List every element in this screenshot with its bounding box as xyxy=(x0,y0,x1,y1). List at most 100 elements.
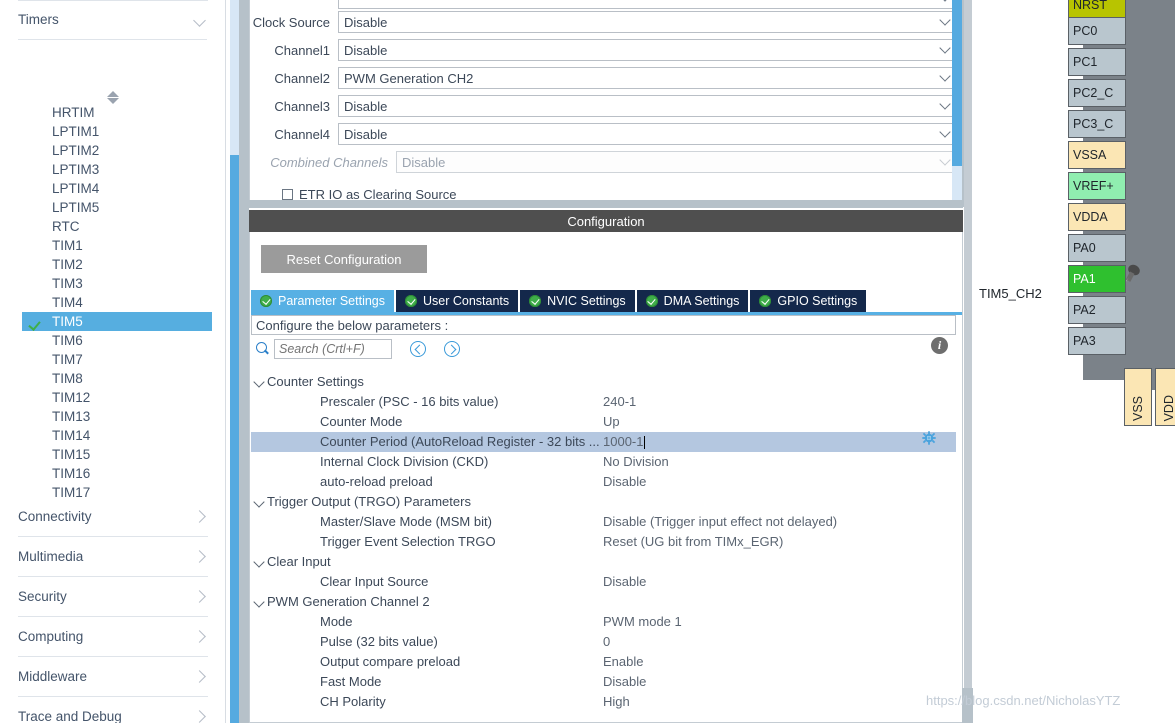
chip-pin-vss[interactable]: VSS xyxy=(1124,368,1152,426)
parameter-settings-gear-button[interactable] xyxy=(922,431,936,445)
info-icon[interactable]: i xyxy=(931,337,948,354)
sidebar-item-tim12[interactable]: TIM12 xyxy=(0,388,212,407)
param-row[interactable]: auto-reload preload Disable xyxy=(251,472,956,492)
param-group-trigger-output-trgo-parameters[interactable]: Trigger Output (TRGO) Parameters xyxy=(251,492,956,512)
sidebar-item-lptim1[interactable]: LPTIM1 xyxy=(0,122,212,141)
chip-pin-pc1[interactable]: PC1 xyxy=(1068,48,1126,76)
sidebar-item-tim4[interactable]: TIM4 xyxy=(0,293,212,312)
chip-pin-label: VDDA xyxy=(1073,210,1108,224)
sidebar-item-tim6[interactable]: TIM6 xyxy=(0,331,212,350)
mode-combo-channel4[interactable]: Disable xyxy=(338,123,954,145)
param-value[interactable]: Disable xyxy=(603,672,646,692)
param-group-counter-settings[interactable]: Counter Settings xyxy=(251,372,956,392)
param-value[interactable]: No Division xyxy=(603,452,669,472)
param-value[interactable]: Disable xyxy=(603,472,646,492)
chip-pin-pa3[interactable]: PA3 xyxy=(1068,327,1126,355)
mode-panel-scrollbar-thumb[interactable] xyxy=(952,0,962,166)
param-row[interactable]: Output compare preload Enable xyxy=(251,652,956,672)
chip-pin-pa0[interactable]: PA0 xyxy=(1068,234,1126,262)
sidebar-item-tim16[interactable]: TIM16 xyxy=(0,464,212,483)
mode-combo-channel2[interactable]: PWM Generation CH2 xyxy=(338,67,954,89)
param-row[interactable]: Pulse (32 bits value) 0 xyxy=(251,632,956,652)
sidebar-item-tim13[interactable]: TIM13 xyxy=(0,407,212,426)
sidebar-section-computing[interactable]: Computing xyxy=(18,617,208,657)
sidebar-item-lptim5[interactable]: LPTIM5 xyxy=(0,198,212,217)
sidebar-section-connectivity[interactable]: Connectivity xyxy=(18,497,208,537)
chip-pin-pc2-c[interactable]: PC2_C xyxy=(1068,79,1126,107)
reset-configuration-button[interactable]: Reset Configuration xyxy=(261,245,427,273)
param-value[interactable]: 1000-1 xyxy=(603,432,643,452)
chip-pin-vssa[interactable]: VSSA xyxy=(1068,141,1126,169)
sidebar-item-tim3[interactable]: TIM3 xyxy=(0,274,212,293)
param-value[interactable]: 0 xyxy=(603,632,610,652)
tab-nvic-settings[interactable]: NVIC Settings xyxy=(520,290,635,312)
param-value[interactable]: Disable (Trigger input effect not delaye… xyxy=(603,512,837,532)
configuration-tabs: Parameter Settings User Constants NVIC Set… xyxy=(251,290,868,312)
sidebar-item-lptim2[interactable]: LPTIM2 xyxy=(0,141,212,160)
pin-signal-label: TIM5_CH2 xyxy=(979,286,1042,301)
mode-combo-combined-channels: Disable xyxy=(396,151,954,173)
param-value[interactable]: PWM mode 1 xyxy=(603,612,682,632)
param-value[interactable]: Enable xyxy=(603,652,643,672)
mode-combo-channel3[interactable]: Disable xyxy=(338,95,954,117)
chip-pin-pa2[interactable]: PA2 xyxy=(1068,296,1126,324)
mode-panel-scrollbar-track[interactable] xyxy=(952,0,962,207)
next-match-button[interactable] xyxy=(444,341,460,357)
param-value[interactable]: Reset (UG bit from TIMx_EGR) xyxy=(603,532,783,552)
sidebar-item-tim7[interactable]: TIM7 xyxy=(0,350,212,369)
sidebar-item-tim15[interactable]: TIM15 xyxy=(0,445,212,464)
param-row[interactable]: Fast Mode Disable xyxy=(251,672,956,692)
chip-pin-pc3-c[interactable]: PC3_C xyxy=(1068,110,1126,138)
param-row[interactable]: Counter Period (AutoReload Register - 32… xyxy=(251,432,956,452)
mode-combo-channel1[interactable]: Disable xyxy=(338,39,954,61)
sidebar-section-multimedia[interactable]: Multimedia xyxy=(18,537,208,577)
param-row[interactable]: Clear Input Source Disable xyxy=(251,572,956,592)
param-value[interactable]: Up xyxy=(603,412,620,432)
sidebar-section-label: Trace and Debug xyxy=(18,709,122,723)
sidebar-item-tim2[interactable]: TIM2 xyxy=(0,255,212,274)
tab-dma-settings[interactable]: DMA Settings xyxy=(636,290,749,312)
sidebar-section-timers[interactable]: Timers xyxy=(18,0,207,40)
param-row[interactable]: Counter Mode Up xyxy=(251,412,956,432)
mode-combo-clock-source[interactable]: Disable xyxy=(338,11,954,33)
search-input[interactable] xyxy=(274,339,392,359)
sidebar-section-middleware[interactable]: Middleware xyxy=(18,657,208,697)
sidebar-item-tim5[interactable]: TIM5 xyxy=(22,312,212,331)
sidebar-item-lptim3[interactable]: LPTIM3 xyxy=(0,160,212,179)
param-value[interactable]: 240-1 xyxy=(603,392,636,412)
sidebar-item-tim8[interactable]: TIM8 xyxy=(0,369,212,388)
param-value[interactable]: Disable xyxy=(603,572,646,592)
chip-pin-vdd[interactable]: VDD xyxy=(1155,368,1175,426)
sidebar-item-tim1[interactable]: TIM1 xyxy=(0,236,212,255)
sidebar-item-lptim4[interactable]: LPTIM4 xyxy=(0,179,212,198)
etr-clearing-source-checkbox[interactable] xyxy=(282,188,293,200)
param-group-pwm-generation-channel-2[interactable]: PWM Generation Channel 2 xyxy=(251,592,956,612)
param-row[interactable]: Internal Clock Division (CKD) No Division xyxy=(251,452,956,472)
sidebar-scrollbar-thumb[interactable] xyxy=(230,155,239,723)
chip-pin-pa1[interactable]: PA1 xyxy=(1068,265,1126,293)
mode-label-channel2: Channel2 xyxy=(274,70,330,86)
param-row[interactable]: Mode PWM mode 1 xyxy=(251,612,956,632)
tab-gpio-settings[interactable]: GPIO Settings xyxy=(750,290,867,312)
sidebar-item-hrtim[interactable]: HRTIM xyxy=(0,103,212,122)
sidebar-scrollbar-track[interactable] xyxy=(230,0,239,723)
tab-parameter-settings[interactable]: Parameter Settings xyxy=(251,290,394,312)
sidebar-section-security[interactable]: Security xyxy=(18,577,208,617)
param-row[interactable]: Trigger Event Selection TRGO Reset (UG bi… xyxy=(251,532,956,552)
chip-pin-pc0[interactable]: PC0 xyxy=(1068,17,1126,45)
sidebar-item-tim14[interactable]: TIM14 xyxy=(0,426,212,445)
param-group-clear-input[interactable]: Clear Input xyxy=(251,552,956,572)
previous-match-button[interactable] xyxy=(410,341,426,357)
tab-user-constants[interactable]: User Constants xyxy=(396,290,519,312)
sidebar-section-trace-and-debug[interactable]: Trace and Debug xyxy=(18,697,208,723)
param-row[interactable]: Master/Slave Mode (MSM bit) Disable (Trig… xyxy=(251,512,956,532)
search-icon xyxy=(255,341,271,357)
configuration-body: Reset Configuration Parameter Settings Us… xyxy=(249,232,963,723)
param-row[interactable]: Prescaler (PSC - 16 bits value) 240-1 xyxy=(251,392,956,412)
chevron-down-icon xyxy=(937,96,953,116)
param-value[interactable]: High xyxy=(603,692,630,712)
chip-pin-vref-[interactable]: VREF+ xyxy=(1068,172,1126,200)
param-row[interactable]: CH Polarity High xyxy=(251,692,956,712)
sidebar-item-rtc[interactable]: RTC xyxy=(0,217,212,236)
chip-pin-vdda[interactable]: VDDA xyxy=(1068,203,1126,231)
